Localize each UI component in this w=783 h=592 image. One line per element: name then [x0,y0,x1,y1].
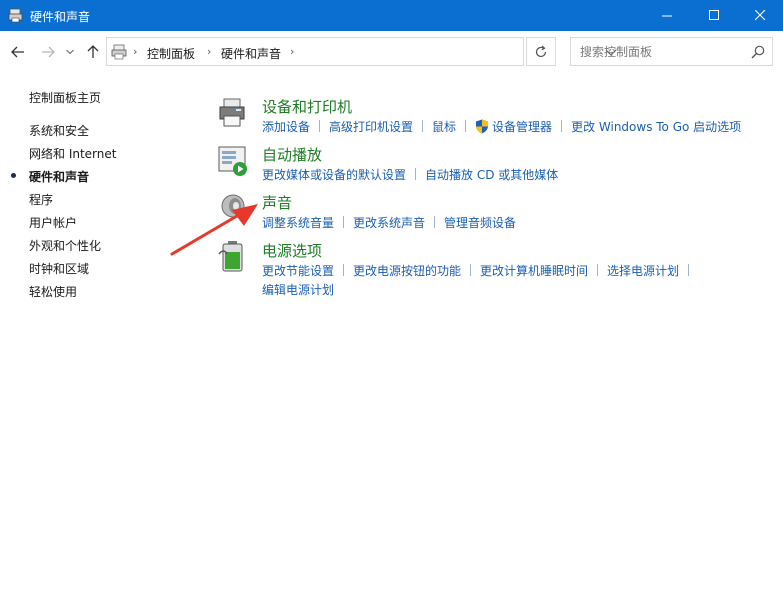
category-title[interactable]: 电源选项 [262,240,322,261]
breadcrumb-control-panel[interactable]: 控制面板 [147,45,195,62]
title-bar: 硬件和声音 [0,0,783,31]
category-links: 更改节能设置 更改电源按钮的功能 更改计算机睡眠时间 选择电源计划编辑电源计划 [262,262,772,300]
minimize-icon [661,15,672,17]
category-links: 调整系统音量 更改系统声音 管理音频设备 [262,214,772,233]
link-manage-audio-devices[interactable]: 管理音频设备 [444,216,516,230]
sidebar-item-hardware-sound[interactable]: 硬件和声音 [29,168,89,185]
link-device-manager[interactable]: 设备管理器 [492,120,552,134]
chevron-down-icon [66,49,74,55]
sidebar-item-programs[interactable]: 程序 [29,191,53,208]
breadcrumb-separator-icon[interactable]: › [207,45,211,58]
up-button[interactable] [82,42,104,62]
link-windows-to-go-startup[interactable]: 更改 Windows To Go 启动选项 [571,120,741,134]
sidebar-item-ease-of-access[interactable]: 轻松使用 [29,283,77,300]
control-panel-location-icon [111,44,127,60]
control-panel-app-icon [8,8,23,23]
navigation-bar: › 控制面板 › 硬件和声音 › [0,31,783,73]
sidebar-item-user-accounts[interactable]: 用户帐户 [29,214,77,231]
address-bar[interactable]: › 控制面板 › 硬件和声音 › [106,37,617,66]
link-separator [688,264,690,276]
category-title[interactable]: 设备和打印机 [262,96,352,117]
window-title: 硬件和声音 [30,10,91,24]
breadcrumb-hardware-and-sound[interactable]: 硬件和声音 [221,45,281,62]
category-links: 添加设备 高级打印机设置 鼠标 设备管理器 更改 Windows To Go 启动选项 [262,118,772,137]
link-advanced-printer-setup[interactable]: 高级打印机设置 [329,120,413,134]
minimize-button[interactable] [644,0,690,31]
refresh-icon [535,45,547,57]
up-arrow-icon [87,45,99,58]
link-mouse[interactable]: 鼠标 [432,120,456,134]
link-separator [343,264,345,276]
maximize-button[interactable] [691,0,737,31]
close-button[interactable] [737,0,783,31]
link-separator [465,120,467,132]
left-navigation-pane: 控制面板主页 系统和安全 网络和 Internet 硬件和声音 程序 用户帐户 … [0,73,200,592]
autoplay-icon [218,146,247,176]
maximize-icon [708,10,719,20]
forward-arrow-icon [42,46,55,58]
search-icon[interactable] [751,45,765,59]
refresh-button[interactable] [526,37,556,66]
link-adjust-system-volume[interactable]: 调整系统音量 [262,216,334,230]
link-separator [422,120,424,132]
link-change-sleep-time[interactable]: 更改计算机睡眠时间 [480,264,588,278]
back-button[interactable] [6,42,30,62]
search-box[interactable] [570,37,773,66]
link-separator [343,216,345,228]
forward-button[interactable] [36,42,60,62]
printer-icon [219,98,245,127]
search-input[interactable] [572,39,742,64]
sidebar-item-system-security[interactable]: 系统和安全 [29,122,89,139]
link-separator [415,168,417,180]
link-separator [434,216,436,228]
link-autoplay-cd-media[interactable]: 自动播放 CD 或其他媒体 [425,168,558,182]
link-separator [561,120,563,132]
back-arrow-icon [11,46,24,58]
close-icon [754,10,765,21]
link-separator [319,120,321,132]
sidebar-item-network-internet[interactable]: 网络和 Internet [29,145,116,162]
breadcrumb-separator-icon[interactable]: › [290,45,294,58]
link-change-power-saving-settings[interactable]: 更改节能设置 [262,264,334,278]
control-panel-home-link[interactable]: 控制面板主页 [29,89,101,106]
category-title[interactable]: 自动播放 [262,144,322,165]
link-change-default-media-settings[interactable]: 更改媒体或设备的默认设置 [262,168,406,182]
sidebar-item-appearance-personalization[interactable]: 外观和个性化 [29,237,101,254]
annotation-arrow-icon [170,204,258,256]
recent-locations-button[interactable] [62,42,78,62]
breadcrumb-separator-icon[interactable]: › [133,45,137,58]
link-separator [597,264,599,276]
link-choose-power-plan[interactable]: 选择电源计划 [607,264,679,278]
current-item-bullet-icon [11,173,16,178]
sidebar-item-clock-region[interactable]: 时钟和区域 [29,260,89,277]
category-links: 更改媒体或设备的默认设置 自动播放 CD 或其他媒体 [262,166,772,185]
link-add-device[interactable]: 添加设备 [262,120,310,134]
link-edit-power-plan[interactable]: 编辑电源计划 [262,283,334,297]
link-power-button-function[interactable]: 更改电源按钮的功能 [353,264,461,278]
link-change-system-sounds[interactable]: 更改系统声音 [353,216,425,230]
uac-shield-icon [476,119,489,134]
link-separator [470,264,472,276]
